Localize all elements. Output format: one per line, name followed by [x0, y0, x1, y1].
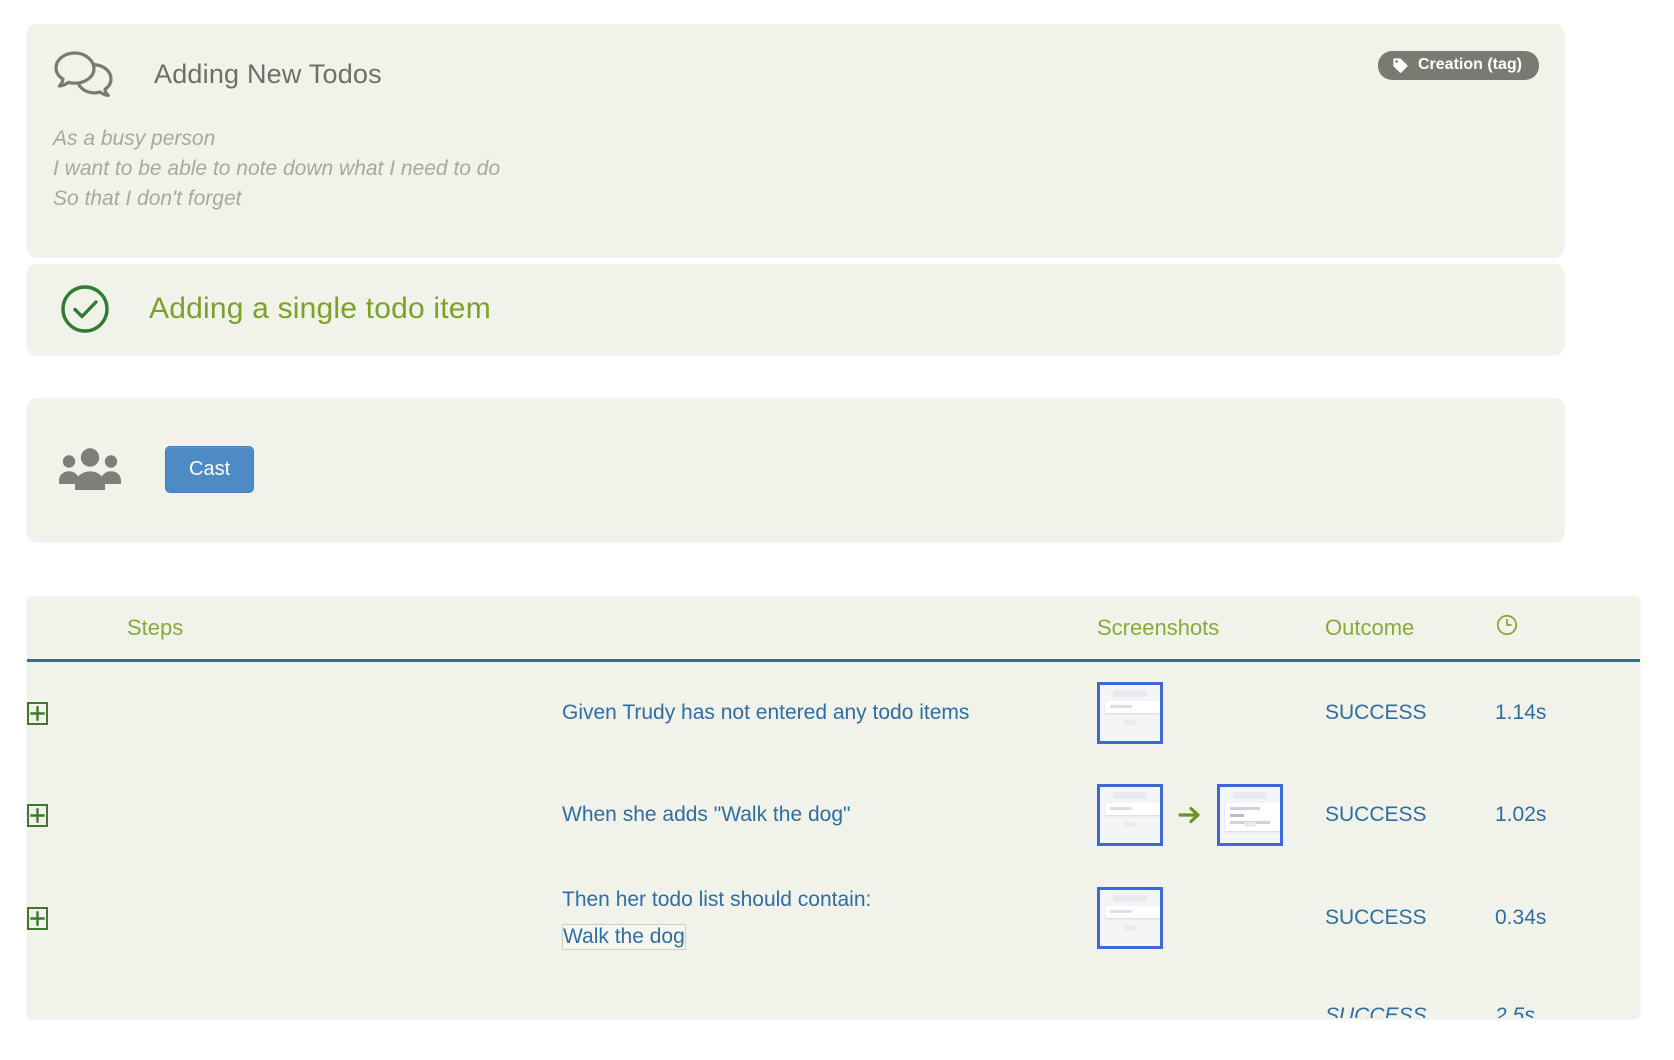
thumb-input-field — [1105, 803, 1160, 815]
check-circle-icon — [59, 283, 111, 335]
step-description-cell[interactable]: Then her todo list should contain: Walk … — [562, 867, 1097, 970]
screenshot-thumbnail[interactable] — [1097, 681, 1163, 744]
steps-table: Steps Screenshots Outcome Given Trudy ha… — [27, 596, 1640, 1018]
outcome-cell: SUCCESS — [1325, 700, 1427, 724]
outcome-cell: SUCCESS — [1325, 803, 1427, 826]
duration-cell: 0.34s — [1495, 906, 1547, 929]
tag-icon — [1392, 57, 1409, 74]
duration-cell: 1.14s — [1495, 700, 1547, 724]
column-header-screenshots[interactable]: Screenshots — [1097, 596, 1325, 662]
screenshots-cell — [1097, 764, 1325, 867]
step-description-cell[interactable]: When she adds "Walk the dog" — [562, 764, 1097, 867]
step-description: Given Trudy has not entered any todo ite… — [562, 700, 970, 724]
thumb-title-bar — [1113, 689, 1147, 697]
expand-plus-icon[interactable] — [27, 803, 48, 827]
outcome-cell: SUCCESS — [1325, 906, 1427, 929]
steps-table-body: Given Trudy has not entered any todo ite… — [27, 661, 1640, 1019]
data-table-row: Walk the dog — [562, 924, 686, 950]
clock-icon — [1495, 614, 1519, 642]
expand-plus-icon[interactable] — [27, 701, 48, 725]
step-description-cell[interactable]: Given Trudy has not entered any todo ite… — [562, 661, 1097, 764]
table-row: Then her todo list should contain: Walk … — [27, 867, 1640, 970]
results-panel: Steps Screenshots Outcome Given Trudy ha… — [27, 596, 1640, 1018]
thumb-input-field — [1105, 700, 1160, 713]
scenario-title: Adding a single todo item — [149, 292, 491, 325]
cast-button[interactable]: Cast — [165, 446, 255, 493]
screenshot-thumbnail[interactable] — [1097, 887, 1163, 949]
table-total-row: SUCCESS 2.5s — [27, 970, 1640, 1019]
thumb-footer — [1124, 822, 1136, 827]
expand-cell[interactable] — [27, 764, 562, 867]
steps-table-header-row: Steps Screenshots Outcome — [27, 596, 1640, 662]
step-description: Then her todo list should contain: — [562, 888, 872, 911]
thumb-footer — [1124, 925, 1136, 930]
expand-cell[interactable] — [27, 661, 562, 764]
report-page: Creation (tag) Adding New Todos As a bus… — [0, 0, 1674, 1060]
steps-table-head: Steps Screenshots Outcome — [27, 596, 1640, 662]
people-icon — [57, 446, 123, 494]
column-header-duration[interactable] — [1495, 596, 1640, 662]
expand-cell[interactable] — [27, 867, 562, 970]
thumb-title-bar — [1113, 895, 1147, 902]
total-outcome: SUCCESS — [1325, 1003, 1427, 1019]
screenshot-thumbnail[interactable] — [1097, 784, 1163, 846]
expand-plus-icon[interactable] — [27, 906, 48, 930]
step-description: When she adds "Walk the dog" — [562, 803, 851, 826]
feature-narrative: As a busy person I want to be able to no… — [53, 127, 501, 210]
screenshots-cell — [1097, 867, 1325, 970]
total-spacer — [562, 970, 1097, 1019]
screenshot-thumbnail[interactable] — [1217, 784, 1283, 846]
step-data-table: Walk the dog — [562, 924, 686, 950]
table-row: When she adds "Walk the dog" SUCCESS 1.0… — [27, 764, 1640, 867]
column-header-steps[interactable]: Steps — [27, 596, 1097, 662]
thumb-title-bar — [1233, 792, 1267, 799]
feature-header: Adding New Todos — [27, 24, 1564, 98]
thumb-footer — [1124, 719, 1136, 725]
cast-card: Cast — [27, 398, 1564, 541]
speech-bubbles-icon — [53, 50, 115, 98]
duration-cell: 1.02s — [1495, 803, 1547, 826]
feature-card: Creation (tag) Adding New Todos As a bus… — [27, 24, 1564, 256]
status-badge[interactable]: Creation (tag) — [1378, 51, 1539, 80]
thumb-input-field — [1105, 906, 1160, 918]
total-spacer — [27, 970, 562, 1019]
screenshots-cell — [1097, 661, 1325, 764]
arrow-right-icon — [1177, 803, 1203, 827]
thumb-title-bar — [1113, 792, 1147, 799]
status-badge-label: Creation (tag) — [1418, 56, 1522, 73]
column-header-outcome[interactable]: Outcome — [1325, 596, 1495, 662]
scenario-card[interactable]: Adding a single todo item — [27, 264, 1564, 354]
total-spacer — [1097, 970, 1325, 1019]
feature-title: Adding New Todos — [154, 58, 382, 89]
thumb-footer — [1244, 822, 1256, 827]
data-table-cell: Walk the dog — [562, 924, 686, 950]
table-row: Given Trudy has not entered any todo ite… — [27, 661, 1640, 764]
total-duration: 2.5s — [1495, 1003, 1535, 1019]
